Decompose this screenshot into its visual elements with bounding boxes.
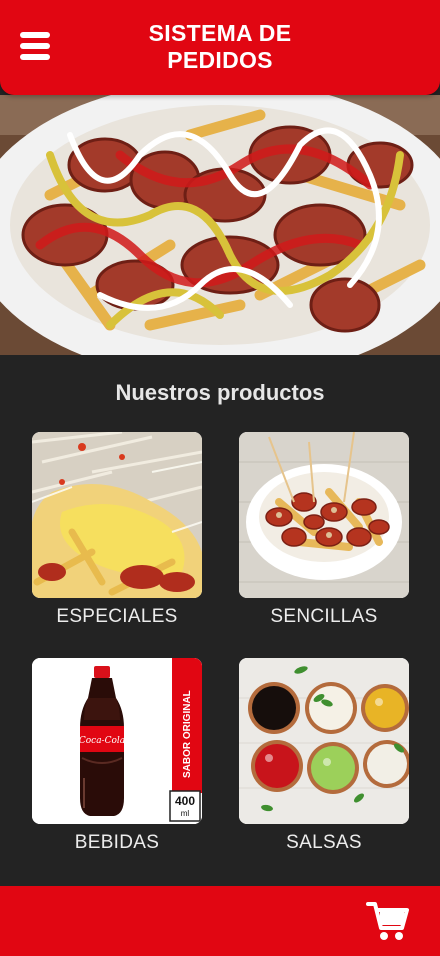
- product-card-salsas[interactable]: SALSAS: [239, 658, 409, 854]
- product-label-salsas[interactable]: SALSAS: [239, 832, 409, 854]
- bottle-brand: Coca-Cola: [79, 736, 125, 746]
- bottom-bar: [0, 886, 440, 956]
- product-label-sencillas[interactable]: SENCILLAS: [239, 606, 409, 628]
- title-line-2: PEDIDOS: [167, 47, 273, 73]
- product-label-especiales[interactable]: ESPECIALES: [32, 606, 202, 628]
- bottle-size: 400: [175, 794, 195, 808]
- salsas-photo[interactable]: [239, 658, 409, 824]
- bottle-unit: ml: [181, 809, 190, 818]
- product-card-sencillas[interactable]: SENCILLAS: [239, 432, 409, 628]
- title-line-1: SISTEMA DE: [148, 20, 292, 46]
- hero-image: [0, 95, 440, 355]
- products-heading: Nuestros productos: [115, 380, 325, 405]
- app-header: SISTEMA DE PEDIDOS: [0, 0, 440, 95]
- shopping-cart-icon[interactable]: [366, 900, 410, 942]
- sencillas-photo[interactable]: [239, 432, 409, 598]
- product-card-especiales[interactable]: ESPECIALES: [32, 432, 202, 628]
- product-label-bebidas[interactable]: BEBIDAS: [32, 832, 202, 854]
- especiales-photo[interactable]: [32, 432, 202, 598]
- page-title: SISTEMA DE PEDIDOS: [0, 20, 440, 74]
- product-card-bebidas[interactable]: SABOR ORIGINAL 400 ml Coca-Cola BEBIDAS: [32, 658, 202, 854]
- bebidas-photo[interactable]: SABOR ORIGINAL 400 ml Coca-Cola: [32, 658, 202, 824]
- bottle-badge-text: SABOR ORIGINAL: [182, 690, 193, 778]
